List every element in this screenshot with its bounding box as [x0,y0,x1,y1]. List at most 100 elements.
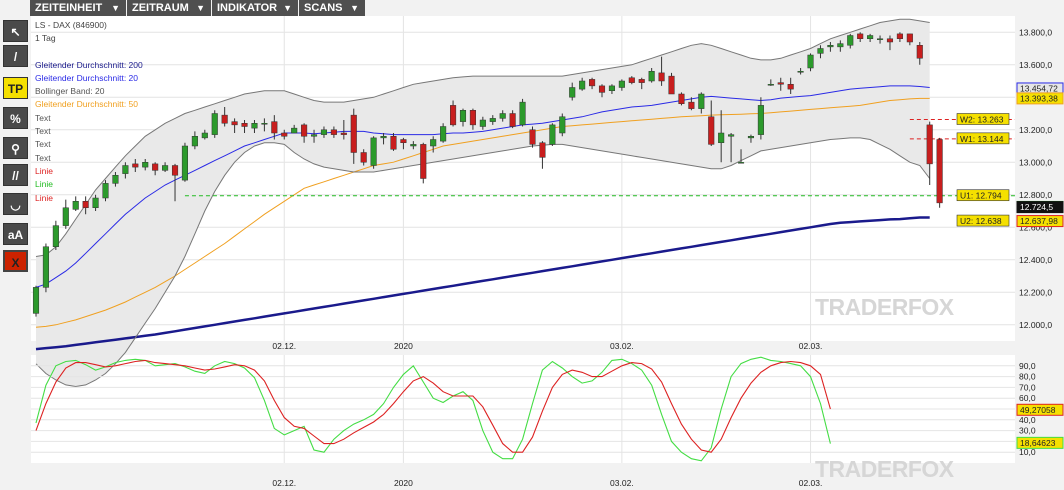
oscillator-axis-tick-label: 90,0 [1019,361,1036,371]
candle-body [728,134,735,137]
candle-body [618,80,625,88]
candle-body [320,129,328,135]
candle-body [271,121,278,134]
candle [181,142,188,182]
candle-body [330,129,337,135]
oscillator-x-tick-label: 02.12. [272,478,296,488]
candle-body [648,71,655,82]
candle-body [698,93,705,109]
legend-item[interactable]: Gleitender Durchschnitt: 20 [35,72,143,85]
candle-body [668,75,675,95]
candle-body [827,45,834,48]
candle-body [539,142,546,158]
price-axis-tick-label: 13.200,0 [1019,125,1052,135]
candle [211,110,218,138]
candle-body [628,77,635,83]
candle-body [291,127,298,134]
price-x-tick-label: 03.02. [610,341,634,351]
candle-body [171,165,179,176]
legend-item[interactable]: Bollinger Band: 20 [35,85,143,98]
level-label: U1: 12.794 [956,189,1010,202]
legend-title: LS - DAX (846900) [35,20,107,30]
candle [668,72,675,95]
price-axis-tick-label: 12.200,0 [1019,287,1052,297]
candle-body [261,123,268,125]
candle-body [579,80,586,90]
candle-body [916,45,923,59]
watermark-logo: TRADERFOX [815,294,955,320]
oscillator-value-tag-text: 18,64623 [1020,438,1056,448]
legend-item[interactable]: Linie [35,165,143,178]
oscillator-x-tick-label: 2020 [394,478,413,488]
candle [529,126,536,148]
candle [370,136,377,169]
legend-item[interactable]: Linie [35,192,143,205]
candle-body [867,35,874,39]
candle-body [420,144,427,179]
legend-item[interactable]: Text [35,138,143,151]
candle-body [757,105,764,135]
candle-body [440,126,447,142]
candle-body [489,118,496,122]
candle-body [777,82,784,85]
candle-body [837,43,844,48]
candle-body [459,110,467,122]
price-tag: 13.393,38 [1016,92,1064,105]
candle-body [152,163,159,171]
watermark-logo-bottom: TRADERFOX [815,456,955,482]
price-tag: 13.454,72 [1016,82,1064,95]
legend-item[interactable]: Gleitender Durchschnitt: 50 [35,98,143,111]
candle-body [42,246,49,288]
candle-body [598,85,606,93]
candle-body [817,48,824,54]
price-tag-text: 12.637,98 [1020,216,1058,226]
candle-body [142,162,149,168]
candle-body [787,84,794,90]
candle-body [737,162,745,164]
price-axis-tick-label: 13.800,0 [1019,27,1052,37]
level-label: W1: 13.144 [956,132,1010,145]
legend-item[interactable]: Text [35,125,143,138]
candle [678,92,685,106]
candle [42,243,49,293]
price-tag: 12.637,98 [1016,215,1064,228]
chart-legend: LS - DAX (846900) 1 Tag Gleitender Durch… [35,19,143,205]
candle-body [589,79,596,87]
candle-body [896,33,903,39]
price-axis-tick-label: 12.000,0 [1019,320,1052,330]
candle [549,123,556,146]
oscillator-axis-tick-label: 40,0 [1019,415,1036,425]
candle-body [400,139,407,143]
candle-body [52,225,59,247]
candle-body [877,38,884,40]
candle-body [499,113,506,119]
candle-body [797,71,804,73]
candle-body [231,121,238,126]
candle-body [162,165,169,171]
legend-item[interactable]: Gleitender Durchschnitt: 200 [35,59,143,72]
candle-body [340,132,347,135]
candle-body [211,113,218,135]
oscillator-value-tag-text: 49,27058 [1020,405,1056,415]
oscillator-axis-tick-label: 80,0 [1019,372,1036,382]
candle-body [469,110,476,126]
candle-body [807,54,814,69]
price-tag-text: 12.724,5 [1020,202,1053,212]
legend-item[interactable]: Linie [35,178,143,191]
candle-body [181,145,188,181]
candle-body [569,87,576,98]
candle-body [708,116,715,145]
candle-body [926,124,933,165]
candle-body [767,84,774,86]
candle-body [380,136,387,139]
oscillator-axis-tick-label: 70,0 [1019,382,1036,392]
candle-body [301,124,308,137]
candle-body [688,101,695,109]
legend-item[interactable]: Text [35,112,143,125]
candle-body [360,152,367,163]
candle-body [479,119,486,127]
legend-item[interactable]: Text [35,152,143,165]
candle-body [608,85,615,91]
legend-items: Gleitender Durchschnitt: 200 Gleitender D… [35,59,143,205]
price-axis-tick-label: 13.000,0 [1019,157,1052,167]
